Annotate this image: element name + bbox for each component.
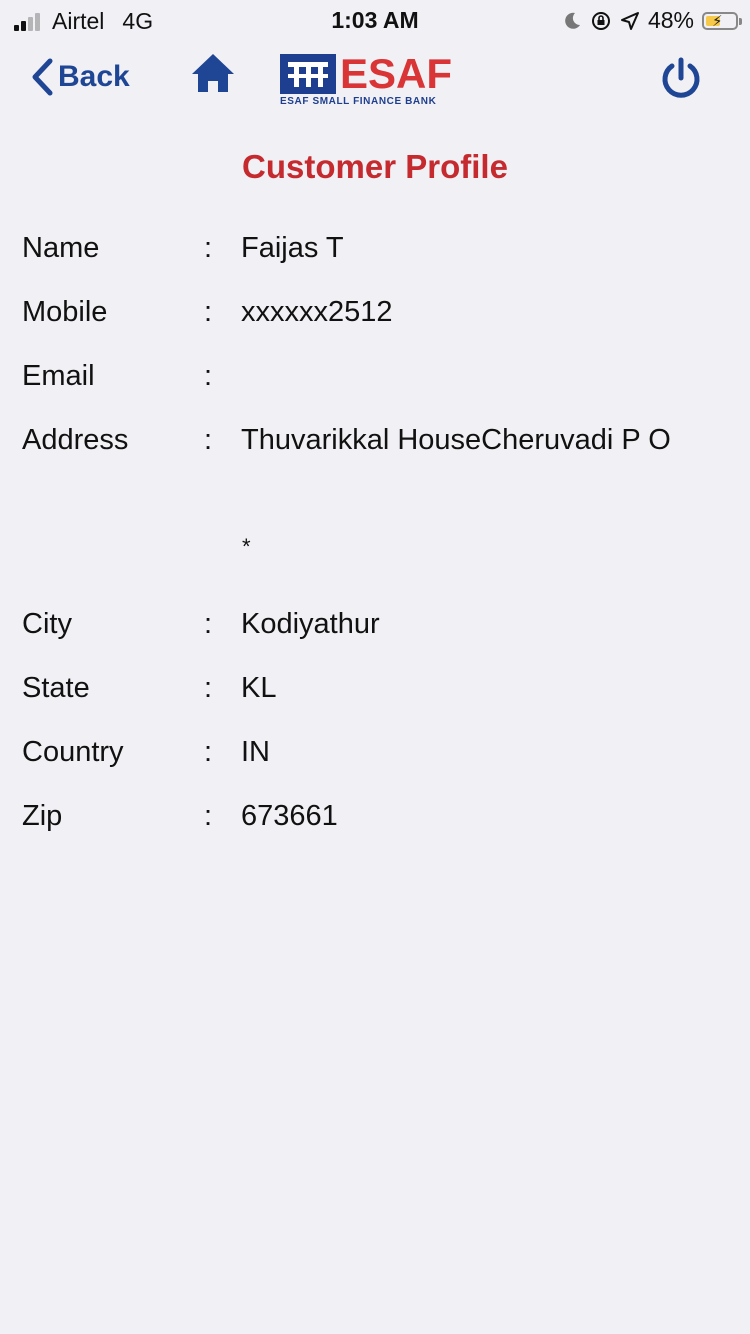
power-icon[interactable] [658, 56, 704, 102]
location-icon [620, 11, 639, 30]
profile-row-name: Name : Faijas T [0, 216, 750, 280]
field-label: City [22, 608, 72, 640]
esaf-logo-mark-icon [280, 54, 336, 94]
battery-icon: ⚡ [702, 11, 742, 30]
back-button[interactable]: Back [30, 58, 130, 96]
field-separator: : [204, 424, 213, 456]
field-value: Kodiyathur [241, 608, 380, 640]
field-label: Name [22, 232, 100, 264]
status-right: 48% ⚡ [562, 7, 742, 34]
field-value: Thuvarikkal HouseCheruvadi P O [241, 424, 671, 456]
field-label: Email [22, 360, 95, 392]
moon-icon [565, 12, 580, 29]
field-separator: : [204, 296, 213, 328]
field-value: IN [241, 736, 270, 768]
logo-subtitle: ESAF SMALL FINANCE BANK [280, 96, 437, 107]
field-value: KL [241, 672, 277, 704]
nav-bar: Back ESAF ESAF SMALL FINANCE BANK [0, 40, 750, 120]
profile-row-address: Address : Thuvarikkal HouseCheruvadi P O… [0, 408, 750, 592]
field-label: Address [22, 424, 129, 456]
field-separator: : [204, 360, 213, 392]
status-bar: Airtel 4G 1:03 AM 48% ⚡ [0, 0, 750, 40]
customer-profile: Name : Faijas T Mobile : xxxxxx2512 Emai… [0, 216, 750, 848]
profile-row-mobile: Mobile : xxxxxx2512 [0, 280, 750, 344]
home-icon[interactable] [190, 50, 236, 96]
field-value: Faijas T [241, 232, 344, 264]
field-value: xxxxxx2512 [241, 296, 393, 328]
field-value: 673661 [241, 800, 338, 832]
battery-percent: 48% [647, 7, 694, 33]
field-separator: : [204, 672, 213, 704]
field-separator: : [204, 736, 213, 768]
profile-row-email: Email : [0, 344, 750, 408]
logo-word: ESAF [340, 50, 453, 97]
profile-row-country: Country : IN [0, 720, 750, 784]
field-separator: : [204, 232, 213, 264]
page-title: Customer Profile [242, 148, 508, 185]
field-label: Country [22, 736, 124, 768]
profile-row-city: City : Kodiyathur [0, 592, 750, 656]
back-label: Back [58, 60, 130, 93]
chevron-left-icon [32, 58, 53, 96]
field-separator: : [204, 608, 213, 640]
field-label: Zip [22, 800, 63, 832]
field-label: State [22, 672, 90, 704]
rotation-lock-icon [591, 11, 610, 30]
profile-row-state: State : KL [0, 656, 750, 720]
esaf-logo: ESAF ESAF SMALL FINANCE BANK [280, 50, 472, 110]
field-separator: : [204, 800, 213, 832]
field-label: Mobile [22, 296, 108, 328]
profile-row-zip: Zip : 673661 [0, 784, 750, 848]
field-value-extra: * [242, 534, 251, 559]
